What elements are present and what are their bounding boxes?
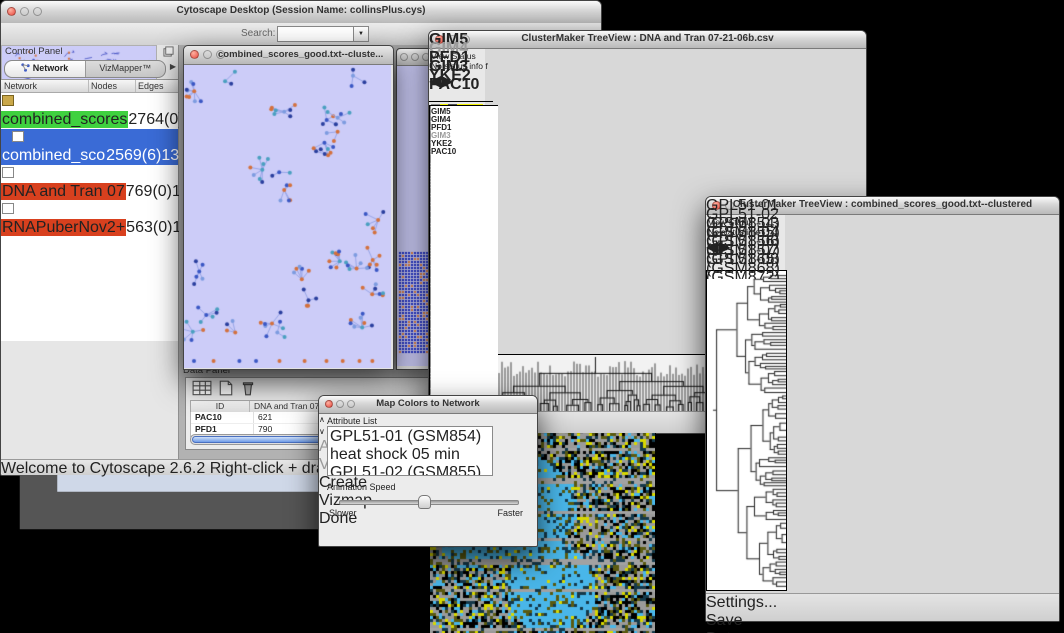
tv1-column-label: GIM4 xyxy=(429,40,493,49)
tv1-column-label: PAC10 xyxy=(429,76,493,85)
dp-col-id[interactable]: ID xyxy=(191,401,250,412)
tv2-column-label: GPL51-01 (GSM854) xyxy=(706,197,780,206)
search-label: Search: xyxy=(241,28,275,39)
file-icon xyxy=(2,167,14,178)
minimize-button[interactable] xyxy=(411,53,419,61)
new-attribute-icon[interactable] xyxy=(218,380,234,396)
network-canvas[interactable] xyxy=(184,65,391,368)
tv2-column-label: GPL51-03 (GSM856) xyxy=(706,215,780,224)
faster-label: Faster xyxy=(497,508,523,518)
network-canvas-2[interactable] xyxy=(397,66,429,366)
network-name-label: DNA and Tran 07 xyxy=(1,183,126,200)
control-panel-title: Control Panel xyxy=(5,46,63,57)
network-nodes-cell: 2569(6) xyxy=(106,147,161,164)
slower-label: Slower xyxy=(329,508,357,518)
dialog-title: Map Colors to Network xyxy=(319,398,537,409)
tv1-row-labels: GIM5GIM4PFD1GIM3YKE2PAC10 xyxy=(431,105,498,396)
tv1-column-label: GIM5 xyxy=(429,31,493,40)
map-colors-dialog: Map Colors to Network Attribute List GPL… xyxy=(318,395,538,547)
attribute-table-icon[interactable] xyxy=(192,380,212,396)
file-icon xyxy=(2,203,14,214)
tab-vizmapper-label: VizMapper™ xyxy=(99,63,151,73)
network-list: Network Nodes Edges combined_scores2764(… xyxy=(1,79,178,341)
tab-network[interactable]: Network xyxy=(5,61,86,77)
network-name-cell: combined_sco xyxy=(1,129,106,164)
file-icon xyxy=(12,131,24,142)
folder-icon xyxy=(2,95,14,106)
animation-speed-label: Animation Speed xyxy=(327,482,396,492)
tab-vizmapper[interactable]: VizMapper™ xyxy=(86,61,166,77)
tv1-row-label: PAC10 xyxy=(431,148,498,156)
network-name-cell: DNA and Tran 07 xyxy=(1,165,126,200)
settings-button[interactable]: Settings... xyxy=(706,594,764,612)
network-list-row[interactable]: RNAPuberNov2+563(0)107847(0) xyxy=(1,201,178,237)
attribute-list-item[interactable]: GPL51-02 (GSM855) heat shock 10 min xyxy=(330,464,490,476)
tv2-gene-dendrogram[interactable] xyxy=(706,270,787,591)
network-list-row[interactable]: combined_scores2764(0)16218(0) xyxy=(1,93,178,129)
network-name-label: combined_sco xyxy=(1,147,106,164)
network-view-window: combined_scores_good.txt--cluste... xyxy=(183,45,394,370)
network-nodes-cell: 2764(0) xyxy=(128,111,183,128)
col-nodes[interactable]: Nodes xyxy=(89,80,136,92)
tv1-column-label: PFD1 xyxy=(429,49,493,58)
main-window-title: Cytoscape Desktop (Session Name: collins… xyxy=(1,5,601,16)
delete-attribute-icon[interactable] xyxy=(240,380,256,396)
network-name-label: combined_scores xyxy=(1,111,128,128)
network-nodes-cell: 563(0) xyxy=(126,219,172,236)
tv2-column-label: GPL51-04 (GSM857) xyxy=(706,224,780,233)
close-button[interactable] xyxy=(190,50,199,59)
control-panel: Control Panel Network VizMapper™ ▶ Netwo… xyxy=(1,45,179,460)
tv2-column-labels: GPL51-01 (GSM854)GPL51-02 (GSM855)GPL51-… xyxy=(706,197,780,279)
tab-overflow-arrow[interactable]: ▶ xyxy=(170,62,176,71)
close-button[interactable] xyxy=(400,53,408,61)
tab-network-label: Network xyxy=(33,63,69,73)
attribute-list-item[interactable]: GPL51-01 (GSM854) heat shock 05 min xyxy=(330,428,490,464)
attribute-list-label: Attribute List xyxy=(327,416,377,426)
desktop: Cytoscape Desktop (Session Name: collins… xyxy=(0,0,1064,633)
float-panel-icon[interactable] xyxy=(163,46,174,57)
network-list-row[interactable]: combined_sco2569(6)13112(15) xyxy=(1,129,178,165)
tv2-column-label: GPL51-06 (GSM865) xyxy=(706,233,780,242)
treeview2-window: ClusterMaker TreeView : combined_scores_… xyxy=(705,196,1060,622)
tv1-column-label: YKE2 xyxy=(429,67,493,76)
tv2-button-bar: Settings... Save Data... Export Graphics… xyxy=(706,593,1059,621)
network-name-cell: RNAPuberNov2+ xyxy=(1,201,126,236)
network-window-title: combined_scores_good.txt--cluste... xyxy=(218,49,389,60)
search-input[interactable] xyxy=(277,26,355,42)
main-titlebar[interactable]: Cytoscape Desktop (Session Name: collins… xyxy=(1,1,601,24)
tv1-column-labels: GIM5GIM4PFD1GIM3YKE2PAC10 xyxy=(429,31,493,102)
minimize-button[interactable] xyxy=(203,50,212,59)
dp-id-cell: PAC10 xyxy=(191,412,254,423)
search-dropdown-button[interactable]: ▼ xyxy=(353,26,369,42)
speed-slider-thumb[interactable] xyxy=(418,495,431,509)
attribute-list[interactable]: GPL51-01 (GSM854) heat shock 05 minGPL51… xyxy=(327,426,493,476)
network-nodes-cell: 769(0) xyxy=(126,183,172,200)
tv2-column-label: GPL51-07 (GSM868) xyxy=(706,242,780,251)
col-network[interactable]: Network xyxy=(1,80,89,92)
network-list-row[interactable]: DNA and Tran 07769(0)183728(0) xyxy=(1,165,178,201)
panel-tab-bar: Network VizMapper™ xyxy=(4,60,166,78)
status-welcome: Welcome to Cytoscape 2.6.2 xyxy=(1,460,205,477)
network-tab-icon xyxy=(21,63,30,72)
col-edges[interactable]: Edges xyxy=(136,80,178,92)
network-view-window-2 xyxy=(396,48,432,370)
network-name-cell: combined_scores xyxy=(1,93,128,128)
tv2-column-label: GPL51-08 (GSM872) xyxy=(706,251,780,260)
save-data-button[interactable]: Save Data... xyxy=(706,612,770,633)
tv2-column-label: GPL51-02 (GSM855) xyxy=(706,206,780,215)
treeview1-title: ClusterMaker TreeView : DNA and Tran 07-… xyxy=(429,33,866,44)
tv1-column-label: GIM3 xyxy=(429,58,493,67)
network-name-label: RNAPuberNov2+ xyxy=(1,219,126,236)
